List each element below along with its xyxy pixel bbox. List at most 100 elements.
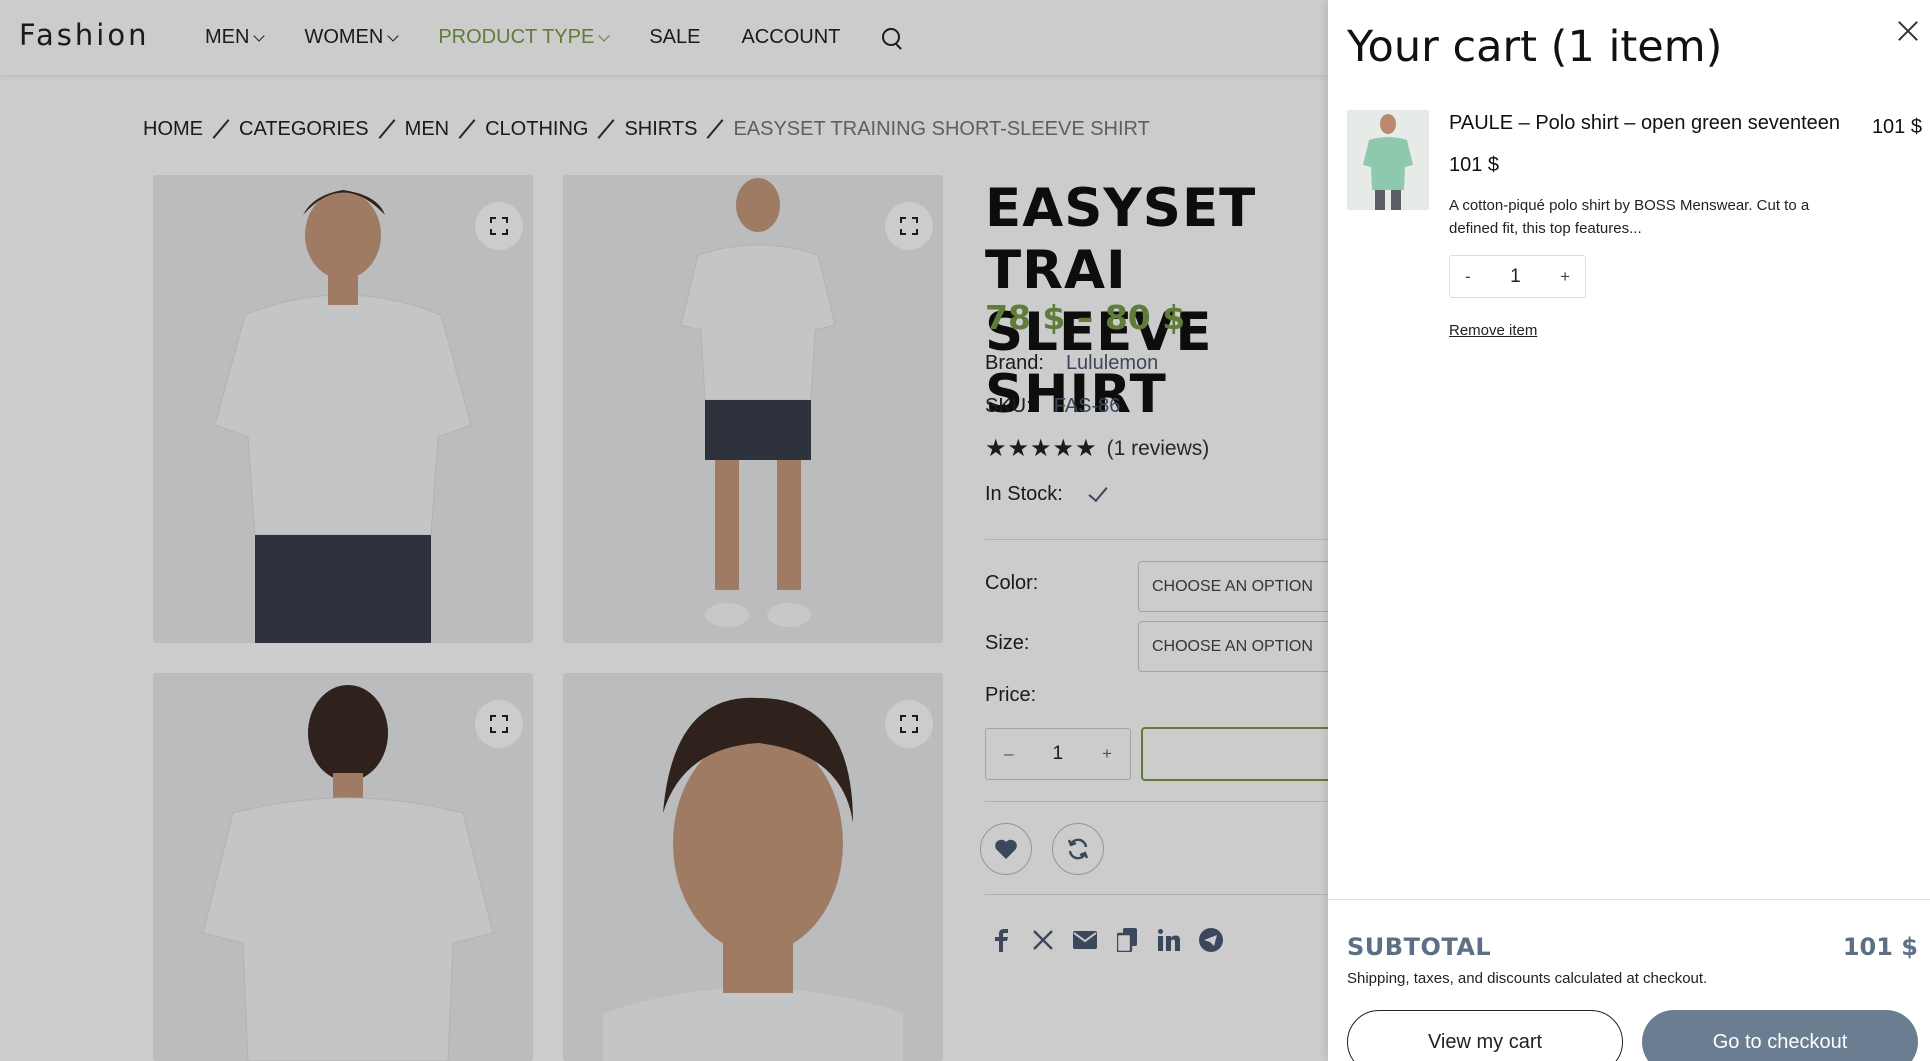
search-icon[interactable] — [881, 27, 903, 49]
breadcrumb-separator — [597, 119, 615, 139]
cart-item-thumbnail[interactable] — [1347, 110, 1429, 210]
reviews-link[interactable]: (1 reviews) — [1107, 437, 1210, 461]
heart-icon — [995, 839, 1017, 859]
divider — [985, 539, 1385, 540]
sku-label: SKU: — [985, 395, 1032, 417]
site-logo[interactable]: Fashion — [19, 18, 149, 52]
decrease-qty-button[interactable]: – — [1004, 744, 1013, 764]
expand-image-button[interactable] — [885, 700, 933, 748]
cart-item-unit-price: 101 $ — [1449, 154, 1500, 176]
email-icon[interactable] — [1073, 928, 1097, 952]
star-icon: ★ — [1007, 435, 1030, 462]
divider — [985, 801, 1385, 802]
breadcrumb-home[interactable]: HOME — [143, 118, 203, 141]
brand-row: Brand: Lululemon — [985, 352, 1158, 375]
breadcrumb-current: EASYSET TRAINING SHORT-SLEEVE SHIRT — [733, 117, 1150, 140]
breadcrumb: HOME CATEGORIES MEN CLOTHING SHIRTS EASY… — [143, 117, 1150, 141]
polo-shirt-illustration — [1347, 110, 1429, 210]
breadcrumb-men[interactable]: MEN — [405, 118, 449, 141]
view-cart-button[interactable]: View my cart — [1347, 1010, 1623, 1061]
product-image-back[interactable] — [153, 673, 533, 1061]
compare-button[interactable] — [1052, 823, 1104, 875]
model-full-illustration — [563, 175, 943, 643]
chevron-down-icon — [387, 29, 400, 42]
nav-item-women[interactable]: WOMEN — [304, 26, 400, 49]
product-image-front[interactable] — [153, 175, 533, 643]
brand-label: Brand: — [985, 352, 1044, 374]
breadcrumb-separator — [458, 119, 476, 139]
expand-image-button[interactable] — [885, 202, 933, 250]
cart-quantity-stepper: - 1 + — [1449, 255, 1586, 298]
chevron-down-icon — [253, 29, 266, 42]
star-icon: ★ — [1052, 435, 1075, 462]
main-nav: MEN WOMEN PRODUCT TYPE SALE ACCOUNT — [205, 0, 903, 75]
fullscreen-icon — [490, 217, 508, 235]
nav-item-product-type[interactable]: PRODUCT TYPE — [438, 26, 610, 49]
breadcrumb-shirts[interactable]: SHIRTS — [624, 118, 697, 141]
stock-label: In Stock: — [985, 483, 1063, 505]
telegram-icon[interactable] — [1199, 928, 1223, 952]
increase-qty-button[interactable]: + — [1102, 744, 1112, 764]
size-label: Size: — [985, 632, 1030, 654]
nav-item-sale[interactable]: SALE — [649, 26, 700, 49]
product-image-full-body[interactable] — [563, 175, 943, 643]
cart-footer: SUBTOTAL 101 $ Shipping, taxes, and disc… — [1328, 899, 1930, 1061]
color-label: Color: — [985, 572, 1039, 594]
refresh-icon — [1067, 838, 1089, 860]
model-front-illustration — [153, 175, 533, 643]
star-icon: ★ — [1075, 435, 1097, 462]
nav-item-account[interactable]: ACCOUNT — [741, 26, 840, 49]
nav-label: MEN — [205, 26, 250, 48]
nav-label: PRODUCT TYPE — [438, 26, 595, 48]
sku-row: SKU: FAS-86 — [985, 395, 1120, 418]
cart-item-description: A cotton-piqué polo shirt by BOSS Menswe… — [1449, 197, 1810, 237]
nav-label: WOMEN — [304, 26, 384, 48]
breadcrumb-separator — [378, 119, 396, 139]
fullscreen-icon — [490, 715, 508, 733]
cart-drawer: Your cart (1 item) PAULE – Polo shirt – … — [1328, 0, 1930, 1061]
cart-decrease-qty-button[interactable]: - — [1465, 267, 1471, 287]
breadcrumb-categories[interactable]: CATEGORIES — [239, 118, 369, 141]
brand-link[interactable]: Lululemon — [1066, 352, 1158, 374]
breadcrumb-separator — [212, 119, 230, 139]
wishlist-button[interactable] — [980, 823, 1032, 875]
check-icon — [1088, 481, 1108, 502]
cart-increase-qty-button[interactable]: + — [1560, 267, 1570, 287]
expand-image-button[interactable] — [475, 202, 523, 250]
rating-row: ★ ★ ★ ★ ★ (1 reviews) — [985, 434, 1209, 463]
star-icon: ★ — [985, 435, 1007, 462]
share-row — [989, 928, 1241, 952]
cart-item-line-price: 101 $ — [1871, 116, 1922, 138]
breadcrumb-clothing[interactable]: CLOTHING — [485, 118, 588, 141]
nav-label: SALE — [649, 26, 701, 48]
nav-label: ACCOUNT — [741, 26, 841, 48]
checkout-button[interactable]: Go to checkout — [1642, 1010, 1918, 1061]
qty-value[interactable]: 1 — [1052, 743, 1063, 765]
breadcrumb-separator — [706, 119, 724, 139]
subtotal-note: Shipping, taxes, and discounts calculate… — [1347, 970, 1708, 987]
quantity-stepper: – 1 + — [985, 728, 1131, 780]
sku-value: FAS-86 — [1053, 395, 1121, 417]
product-price-range: 78 $ – 80 $ — [985, 298, 1186, 337]
subtotal-label: SUBTOTAL — [1347, 933, 1492, 961]
close-icon[interactable] — [1894, 17, 1922, 45]
expand-image-button[interactable] — [475, 700, 523, 748]
cart-title: Your cart (1 item) — [1347, 22, 1723, 72]
stock-row: In Stock: — [985, 481, 1108, 506]
facebook-icon[interactable] — [989, 928, 1013, 952]
remove-item-link[interactable]: Remove item — [1449, 322, 1537, 339]
subtotal-value: 101 $ — [1842, 933, 1918, 961]
linkedin-icon[interactable] — [1157, 928, 1181, 952]
fullscreen-icon — [900, 715, 918, 733]
fullscreen-icon — [900, 217, 918, 235]
cart-item-name[interactable]: PAULE – Polo shirt – open green seventee… — [1449, 112, 1840, 135]
star-icon: ★ — [1030, 435, 1052, 462]
copy-link-icon[interactable] — [1115, 928, 1139, 952]
x-twitter-icon[interactable] — [1031, 928, 1055, 952]
product-title-line: EASYSET TRAI — [985, 178, 1257, 301]
nav-item-men[interactable]: MEN — [205, 26, 266, 49]
divider — [985, 894, 1385, 895]
cart-qty-value[interactable]: 1 — [1510, 266, 1521, 288]
price-label: Price: — [985, 684, 1037, 706]
product-image-face[interactable] — [563, 673, 943, 1061]
